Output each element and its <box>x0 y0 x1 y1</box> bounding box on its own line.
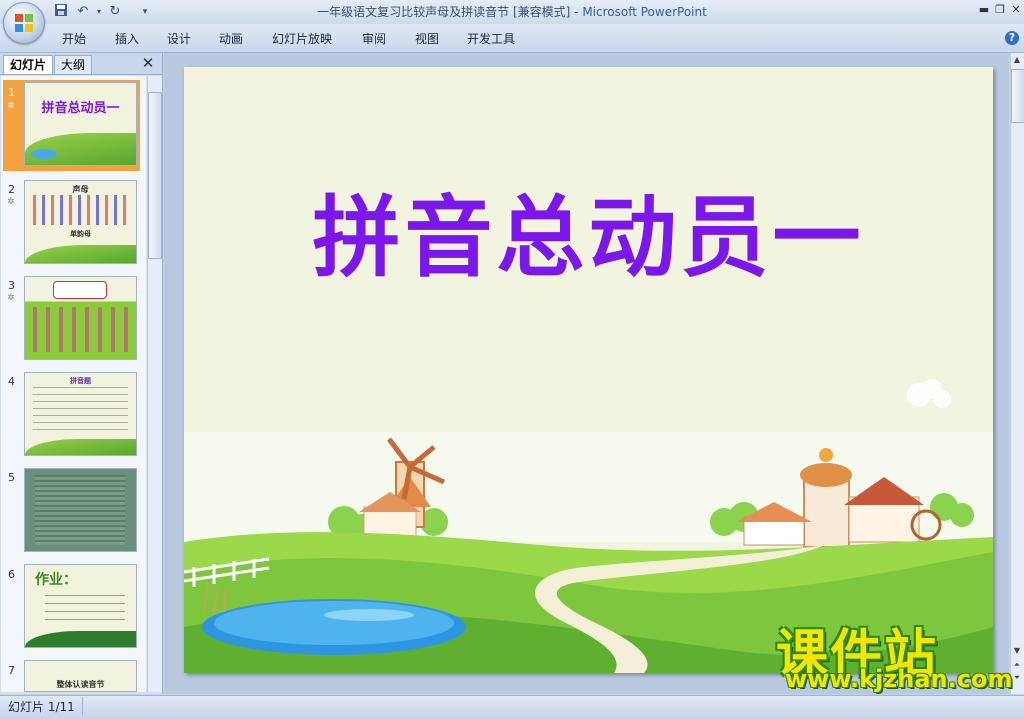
slide-canvas[interactable]: 拼音总动员一 <box>184 67 993 673</box>
tab-slides[interactable]: 幻灯片 <box>3 55 54 74</box>
slide-scrollbar[interactable] <box>1010 53 1024 694</box>
redo-icon[interactable]: ↻ <box>106 3 124 21</box>
transition-star-icon: ✲ <box>7 197 15 207</box>
thumbnail-title: 作业： <box>35 572 77 588</box>
save-icon[interactable] <box>52 3 70 21</box>
minimize-icon[interactable]: ▬ <box>976 2 992 18</box>
close-window-icon[interactable]: ✕ <box>1008 2 1024 18</box>
customize-toolbar-icon[interactable]: ▾ <box>136 3 154 21</box>
slide-counter: 幻灯片 1/11 <box>8 700 75 714</box>
tab-animations[interactable]: 动画 <box>219 30 243 48</box>
slide-thumbnail-row-selected[interactable]: 拼音总动员一 <box>3 80 140 171</box>
slide-number: 3 <box>8 279 15 292</box>
tab-review[interactable]: 审阅 <box>362 30 386 48</box>
app-name: Microsoft PowerPoint <box>582 5 707 19</box>
close-panel-icon[interactable]: ✕ <box>140 55 156 71</box>
slide-number: 1 <box>8 86 15 99</box>
thumbnail-title: 拼音总动员一 <box>41 101 120 116</box>
slide-thumbnail[interactable]: 拼音题 <box>24 372 137 456</box>
slide-thumbnail[interactable]: 作业： <box>24 564 137 648</box>
slide-number: 6 <box>8 568 15 581</box>
thumbnail-title: 声母 <box>72 185 89 194</box>
slide-scrollbar-thumb[interactable] <box>1011 69 1024 123</box>
tab-design[interactable]: 设计 <box>167 30 191 48</box>
tab-slideshow[interactable]: 幻灯片放映 <box>272 30 332 48</box>
slide-number: 7 <box>8 664 15 677</box>
slide-number: 2 <box>8 183 15 196</box>
thumbnail-title: 整体认读音节 <box>56 680 105 689</box>
help-icon[interactable]: ? <box>1005 31 1019 45</box>
thumbnail-title: 拼音题 <box>70 377 91 385</box>
watermark-url: www.kjzhan.com <box>785 665 1013 693</box>
status-divider <box>82 697 83 715</box>
office-logo-icon <box>15 14 33 32</box>
office-button[interactable] <box>3 2 45 44</box>
landscape-illustration <box>184 379 993 673</box>
status-bar <box>0 695 1024 719</box>
scroll-up-icon[interactable]: ▲ <box>1011 55 1023 64</box>
slide-thumbnail[interactable]: 拼音总动员一 <box>24 82 137 166</box>
slide-thumbnail[interactable] <box>24 468 137 552</box>
tab-outline[interactable]: 大纲 <box>54 55 93 74</box>
tab-developer[interactable]: 开发工具 <box>467 30 515 48</box>
scroll-down-icon[interactable]: ▼ <box>1011 646 1023 655</box>
previous-slide-icon[interactable]: ⏶ <box>1011 660 1023 670</box>
slide-number: 5 <box>8 471 15 484</box>
next-slide-icon[interactable]: ⏷ <box>1011 673 1023 683</box>
tab-home[interactable]: 开始 <box>62 30 86 48</box>
transition-star-icon: ✲ <box>7 101 15 111</box>
slide-thumbnail[interactable]: 整体认读音节 <box>24 660 137 692</box>
slide-number: 4 <box>8 375 15 388</box>
slide-thumbnail[interactable] <box>24 276 137 360</box>
restore-icon[interactable]: ❐ <box>992 2 1008 18</box>
title-separator: - <box>570 5 583 19</box>
thumbnail-scrollbar-thumb[interactable] <box>148 92 162 259</box>
document-name: 一年级语文复习比较声母及拼读音节 [兼容模式] <box>317 5 571 19</box>
tab-insert[interactable]: 插入 <box>115 30 139 48</box>
transition-star-icon: ✲ <box>7 293 15 303</box>
tab-view[interactable]: 视图 <box>415 30 439 48</box>
thumbnail-subtitle: 单韵母 <box>70 230 91 238</box>
slide-thumbnail[interactable]: 声母 单韵母 <box>24 180 137 264</box>
